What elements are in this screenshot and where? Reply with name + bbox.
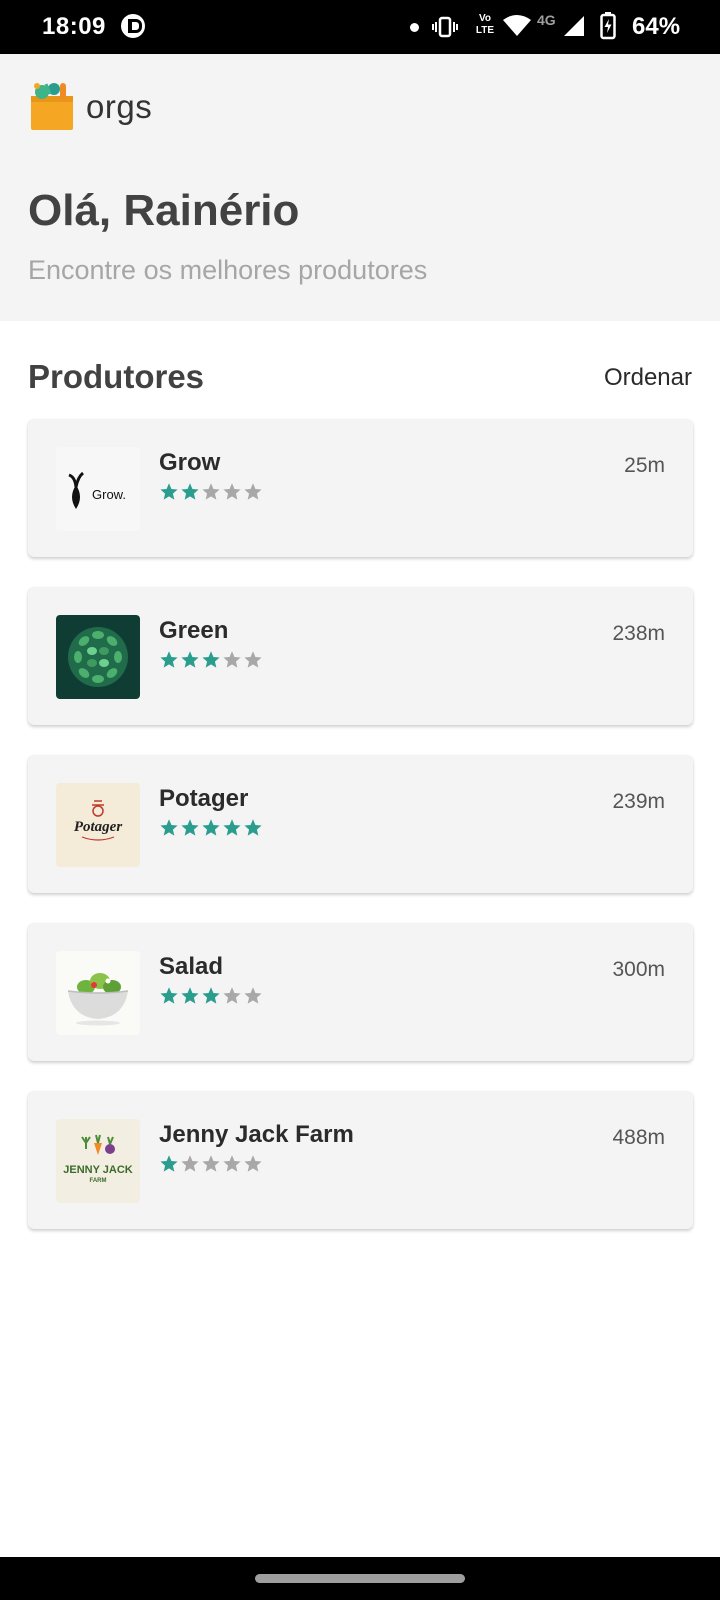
producer-distance: 488m — [612, 1126, 665, 1149]
producer-rating — [159, 818, 263, 840]
signal-icon — [564, 16, 584, 36]
producer-distance: 300m — [612, 958, 665, 981]
producer-rating — [159, 650, 263, 672]
greeting-title: Olá, Rainério — [28, 186, 300, 235]
volte-top-label: Vo — [478, 13, 492, 24]
star-filled-icon — [160, 819, 178, 836]
greeting-subtitle: Encontre os melhores produtores — [28, 255, 428, 285]
producer-name: Salad — [159, 953, 224, 980]
battery-charging-icon — [600, 12, 616, 40]
producer-card-green[interactable]: Green 238m — [28, 587, 693, 725]
producer-card-jenny-jack-farm[interactable]: JENNY JACK FARM Jenny Jack Farm 488m — [28, 1091, 693, 1229]
star-filled-icon — [160, 483, 178, 500]
producer-card-potager[interactable]: Potager Potager 239m — [28, 755, 693, 893]
star-empty-icon — [244, 651, 262, 668]
star-filled-icon — [160, 651, 178, 668]
producer-rating — [159, 482, 263, 504]
star-filled-icon — [202, 987, 220, 1004]
producer-name: Potager — [159, 785, 249, 812]
star-filled-icon — [181, 483, 199, 500]
producer-logo-green — [56, 615, 140, 699]
jenny-jack-farm-logo-icon: JENNY JACK FARM — [63, 1134, 133, 1184]
star-empty-icon — [202, 1155, 220, 1172]
star-empty-icon — [223, 987, 241, 1004]
green-leaves-logo-icon — [68, 627, 128, 687]
volte-bottom-label: LTE — [475, 25, 495, 36]
star-filled-icon — [202, 819, 220, 836]
status-bar: 18:09 Vo LTE 4G 64% — [0, 0, 720, 54]
star-empty-icon — [244, 987, 262, 1004]
salad-bowl-logo-icon — [67, 973, 129, 1026]
sort-button[interactable]: Ordenar — [604, 364, 692, 392]
producer-card-salad[interactable]: Salad 300m — [28, 923, 693, 1061]
producer-name: Grow — [159, 449, 221, 476]
star-empty-icon — [223, 1155, 241, 1172]
star-filled-icon — [244, 819, 262, 836]
grow-logo-icon: Grow. — [68, 471, 126, 509]
star-filled-icon — [181, 651, 199, 668]
network-type-label: 4G — [537, 12, 556, 28]
grow-logo-text: Grow. — [92, 487, 126, 502]
producer-logo-jenny-jack-farm: JENNY JACK FARM — [56, 1119, 140, 1203]
star-empty-icon — [202, 483, 220, 500]
volte-icon: Vo LTE — [470, 13, 500, 41]
star-empty-icon — [223, 483, 241, 500]
star-empty-icon — [181, 1155, 199, 1172]
star-filled-icon — [160, 987, 178, 1004]
jenny-jack-logo-text: JENNY JACK — [63, 1164, 133, 1176]
star-filled-icon — [202, 651, 220, 668]
producer-name: Jenny Jack Farm — [159, 1121, 354, 1148]
producer-rating — [159, 1154, 263, 1176]
brand-name: orgs — [86, 88, 153, 125]
app-notification-icon — [121, 14, 145, 38]
star-empty-icon — [244, 1155, 262, 1172]
producer-card-grow[interactable]: Grow. Grow 25m — [28, 419, 693, 557]
producer-name: Green — [159, 617, 229, 644]
potager-logo-text: Potager — [74, 819, 122, 835]
star-empty-icon — [223, 651, 241, 668]
star-filled-icon — [181, 819, 199, 836]
producer-distance: 238m — [612, 622, 665, 645]
system-navigation-bar — [0, 1557, 720, 1600]
jenny-jack-logo-subtext: FARM — [90, 1178, 107, 1184]
wifi-icon — [503, 15, 531, 36]
star-filled-icon — [160, 1155, 178, 1172]
producer-logo-potager: Potager — [56, 783, 140, 867]
vibrate-icon — [432, 16, 458, 38]
producer-logo-salad — [56, 951, 140, 1035]
producer-distance: 25m — [624, 454, 665, 477]
producer-logo-grow: Grow. — [56, 447, 140, 531]
battery-percentage: 64% — [632, 13, 681, 40]
orgs-logo-icon — [31, 83, 73, 130]
star-filled-icon — [223, 819, 241, 836]
producers-section-title: Produtores — [28, 358, 205, 395]
star-empty-icon — [244, 483, 262, 500]
star-filled-icon — [181, 987, 199, 1004]
producer-rating — [159, 986, 263, 1008]
home-gesture-handle[interactable] — [255, 1574, 465, 1583]
producer-distance: 239m — [612, 790, 665, 813]
potager-logo-icon: Potager — [74, 800, 122, 841]
status-time: 18:09 — [42, 13, 106, 40]
notification-dot-icon — [410, 23, 419, 32]
app-screen: 18:09 Vo LTE 4G 64% orgs Olá, Rainério E… — [0, 0, 720, 1600]
